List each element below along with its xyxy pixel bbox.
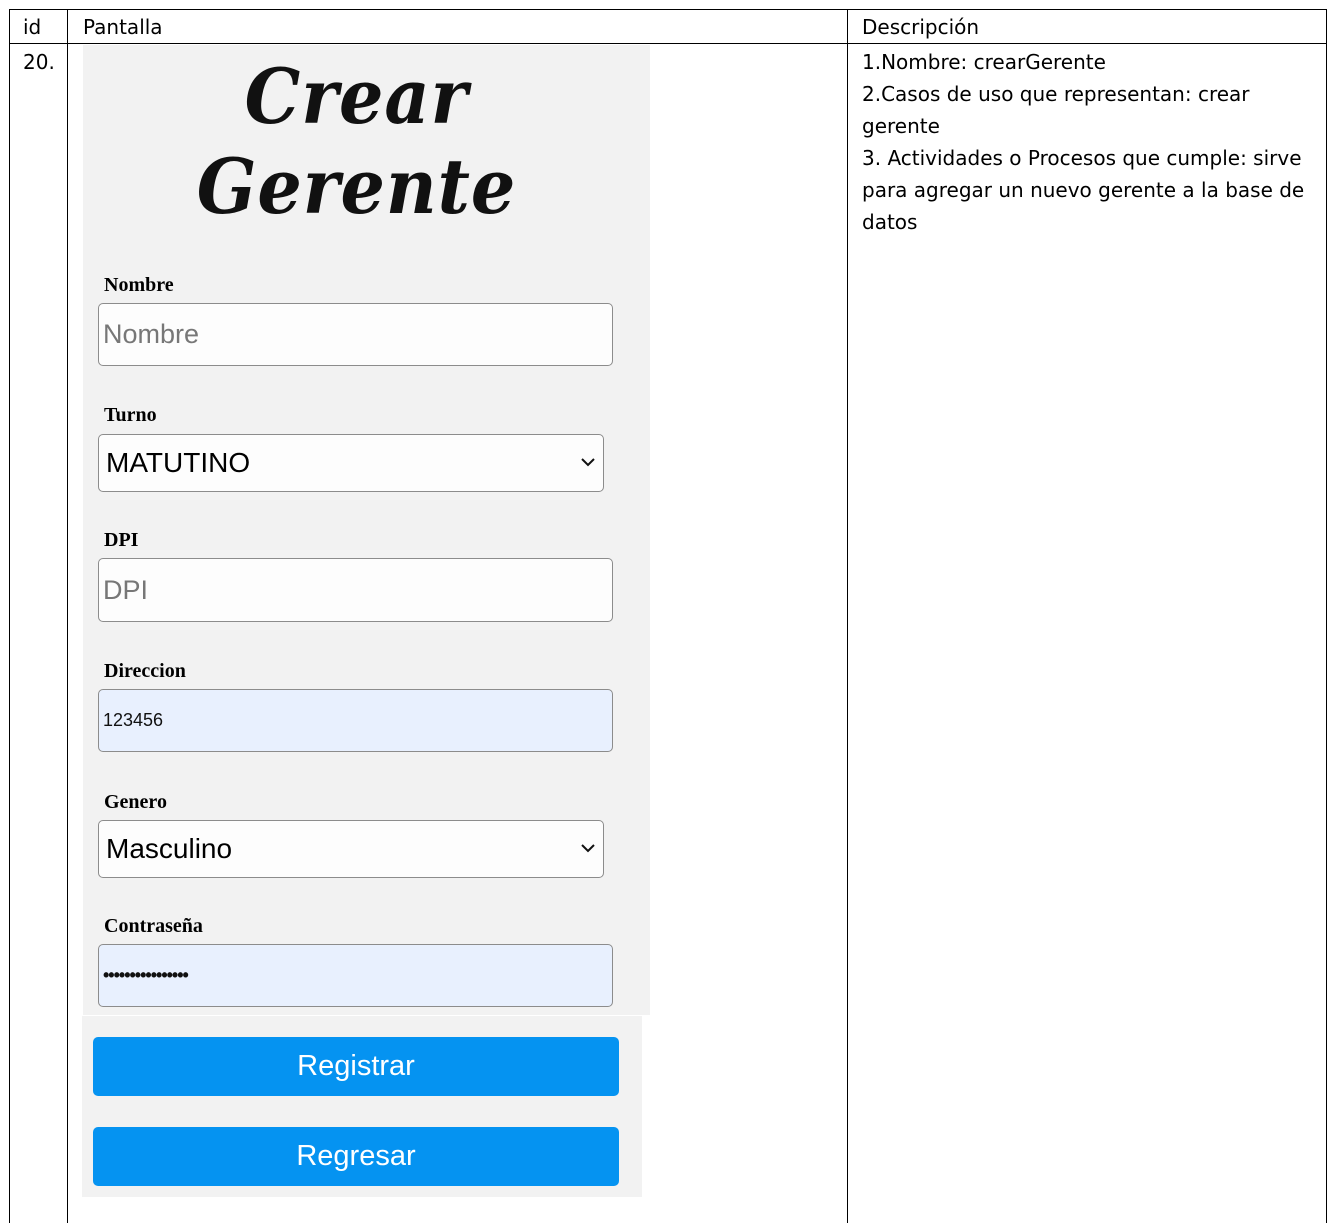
nombre-placeholder: Nombre <box>103 319 200 349</box>
header-descripcion: Descripción <box>862 15 980 39</box>
direccion-input[interactable]: 123456 <box>98 689 613 752</box>
dpi-placeholder: DPI <box>103 574 149 605</box>
genero-select[interactable]: Masculino <box>98 820 604 878</box>
direccion-label: Direccion <box>104 660 186 682</box>
regresar-button[interactable]: Regresar <box>93 1127 619 1186</box>
genero-selected-value: Masculino <box>106 833 233 864</box>
turno-select[interactable]: MATUTINO <box>98 434 604 492</box>
nombre-input[interactable]: Nombre <box>98 303 613 366</box>
turno-selected-value: MATUTINO <box>106 447 251 478</box>
chevron-down-icon <box>581 454 595 472</box>
table-border-header-bottom <box>9 43 1327 44</box>
row-descripcion: 1.Nombre: crearGerente 2.Casos de uso qu… <box>862 50 1305 234</box>
page-title: Crear Gerente <box>196 52 517 231</box>
dpi-label: DPI <box>104 529 139 551</box>
contrasena-value: •••••••••••••••• <box>103 965 189 985</box>
nombre-label: Nombre <box>104 274 174 296</box>
header-id: id <box>23 15 42 39</box>
table-border-right <box>1326 9 1327 1223</box>
table-border-col1 <box>67 9 68 1223</box>
table-border-top <box>9 9 1327 10</box>
turno-label: Turno <box>104 404 157 426</box>
direccion-value: 123456 <box>103 710 164 730</box>
contrasena-input[interactable]: •••••••••••••••• <box>98 944 613 1007</box>
chevron-down-icon <box>581 840 595 858</box>
genero-label: Genero <box>104 791 167 813</box>
row-id: 20. <box>23 50 55 74</box>
dpi-input[interactable]: DPI <box>98 558 613 622</box>
table-border-col2 <box>847 9 848 1223</box>
contrasena-label: Contraseña <box>104 915 203 937</box>
table-border-left <box>9 9 10 1223</box>
header-pantalla: Pantalla <box>83 15 163 39</box>
registrar-button[interactable]: Registrar <box>93 1037 619 1096</box>
